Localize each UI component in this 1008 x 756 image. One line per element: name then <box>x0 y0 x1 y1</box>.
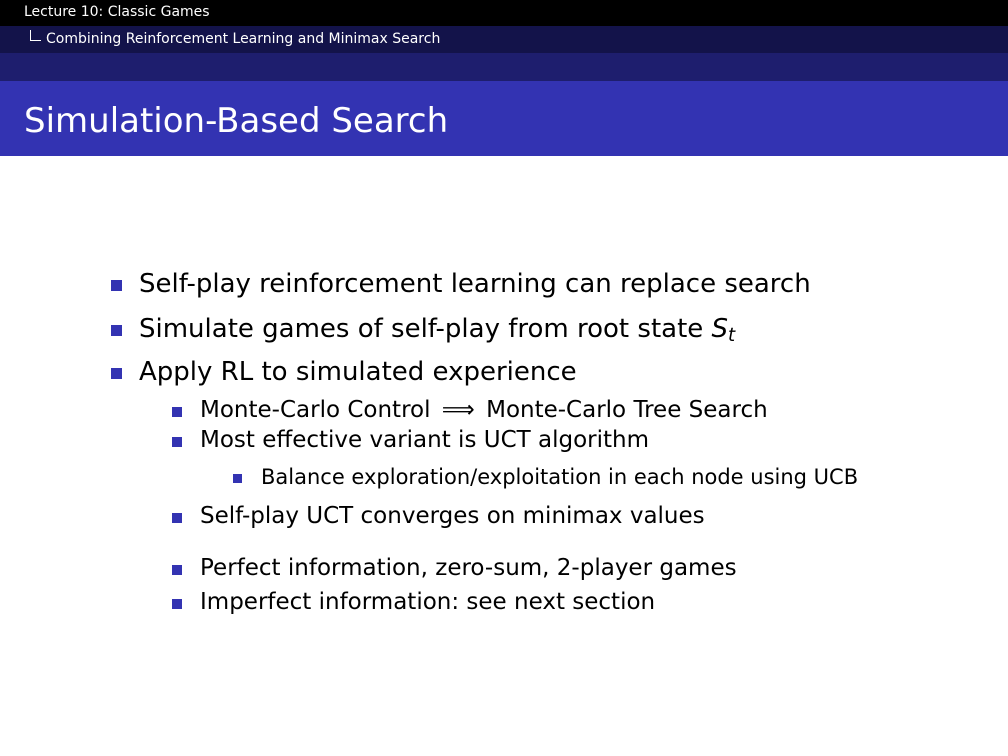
bullet-text: Apply RL to simulated experience <box>139 357 577 387</box>
bullet-square-icon <box>172 513 182 523</box>
subsection-corner-icon <box>30 30 41 41</box>
lecture-title: Lecture 10: Classic Games <box>24 4 210 20</box>
section-title: Combining Reinforcement Learning and Min… <box>46 31 441 47</box>
bullet-square-icon <box>111 280 122 291</box>
bullet-square-icon <box>172 437 182 447</box>
implies-arrow-icon: ⟹ <box>441 397 475 423</box>
slide-title: Simulation-Based Search <box>24 101 449 141</box>
subsubbullet-ucb-balance: Balance exploration/exploitation in each… <box>233 467 858 488</box>
slide-title-bar: Simulation-Based Search <box>0 81 1008 156</box>
bullet-self-play-rl: Self-play reinforcement learning can rep… <box>111 269 811 299</box>
bullet-square-icon <box>172 565 182 575</box>
bullet-square-icon <box>111 368 122 379</box>
root-state-math: St <box>711 314 736 346</box>
subbullet-uct-converges: Self-play UCT converges on minimax value… <box>172 505 705 528</box>
subbullet-perfect-info: Perfect information, zero-sum, 2-player … <box>172 557 737 580</box>
subbullet-mc-control: Monte-Carlo Control ⟹ Monte-Carlo Tree S… <box>172 397 768 423</box>
bullet-square-icon <box>172 599 182 609</box>
bullet-square-icon <box>233 474 242 483</box>
lecture-header-bar: Lecture 10: Classic Games <box>0 0 1008 26</box>
bullet-text: Simulate games of self-play from root st… <box>139 314 704 344</box>
bullet-square-icon <box>172 407 182 417</box>
bullet-text: Self-play reinforcement learning can rep… <box>139 269 811 299</box>
subbullet-uct-variant: Most effective variant is UCT algorithm <box>172 429 649 452</box>
header-spacer-bar <box>0 53 1008 81</box>
section-header-bar: Combining Reinforcement Learning and Min… <box>0 26 1008 53</box>
subbullet-imperfect-info: Imperfect information: see next section <box>172 591 655 614</box>
bullet-square-icon <box>111 325 122 336</box>
bullet-apply-rl: Apply RL to simulated experience <box>111 357 577 387</box>
bullet-simulate-games: Simulate games of self-play from root st… <box>111 314 736 346</box>
